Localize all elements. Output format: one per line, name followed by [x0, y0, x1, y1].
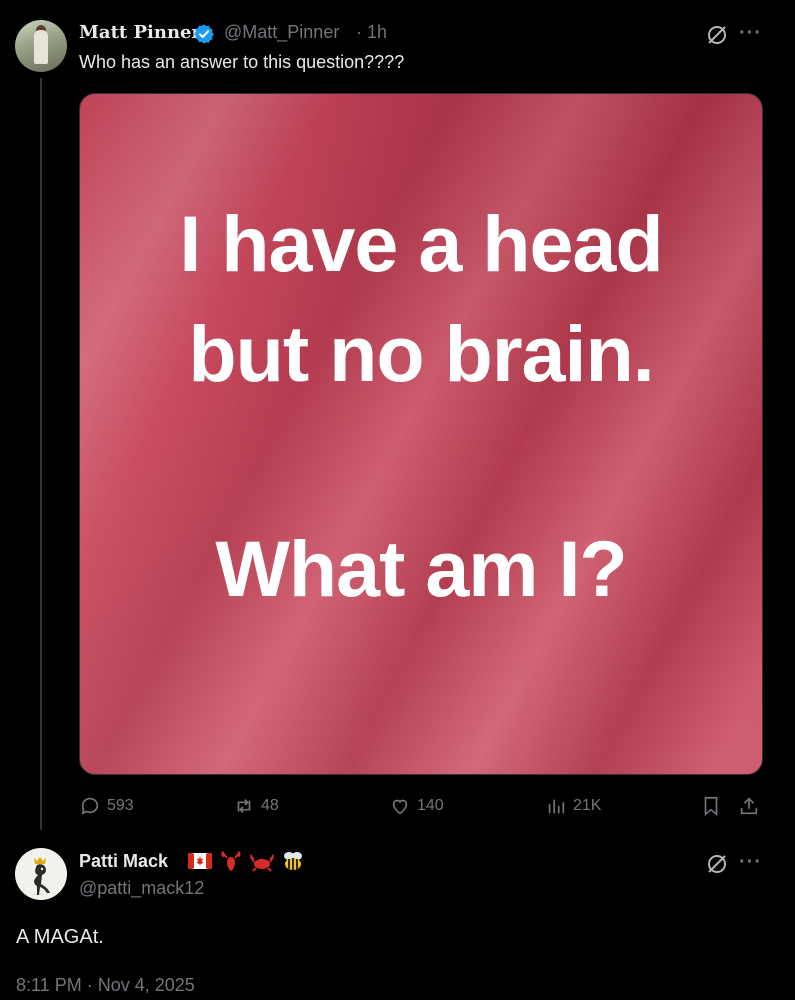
- image-text-line-3: What am I?: [215, 524, 627, 613]
- bookmark-icon: [704, 796, 718, 817]
- more-options-icon[interactable]: ···: [739, 22, 762, 45]
- grok-icon[interactable]: [704, 851, 730, 877]
- views-button[interactable]: 21K: [545, 792, 601, 820]
- avatar-figure: [34, 30, 48, 64]
- bookmark-button[interactable]: [700, 792, 728, 820]
- like-count: 140: [417, 797, 444, 814]
- share-button[interactable]: [738, 792, 766, 820]
- avatar[interactable]: [15, 848, 67, 900]
- reply-author-name[interactable]: Patti Mack: [79, 851, 168, 872]
- reply-text: A MAGAt.: [16, 926, 104, 948]
- grok-icon[interactable]: [704, 22, 730, 48]
- views-count: 21K: [573, 797, 602, 814]
- grok-glyph-icon: [708, 26, 726, 44]
- heart-icon: [392, 799, 408, 815]
- reply-count: 593: [107, 797, 134, 814]
- grok-glyph-icon: [708, 855, 726, 873]
- reply-author-handle[interactable]: @patti_mack12: [79, 878, 204, 899]
- more-options-icon[interactable]: ···: [739, 851, 762, 874]
- reply-button[interactable]: 593: [79, 792, 134, 820]
- repost-button[interactable]: 48: [233, 792, 279, 820]
- image-text-line-1: I have a head: [179, 199, 663, 288]
- canada-flag-icon: [188, 853, 212, 869]
- repost-count: 48: [261, 797, 279, 814]
- thread-connector-line: [40, 78, 42, 830]
- verified-badge-icon: [194, 24, 214, 44]
- bee-icon: [284, 852, 302, 870]
- share-icon: [740, 797, 758, 815]
- post-age[interactable]: · 1h: [356, 22, 387, 43]
- image-text-line-2: but no brain.: [188, 309, 654, 398]
- views-chart-icon: [548, 799, 565, 814]
- reply-icon: [81, 797, 99, 815]
- repost-icon: [237, 798, 251, 814]
- crab-icon: [250, 854, 274, 872]
- dinosaur-avatar-icon: [34, 857, 50, 895]
- author-handle[interactable]: @Matt_Pinner: [224, 22, 339, 43]
- like-button[interactable]: 140: [389, 792, 444, 820]
- author-name[interactable]: Matt Pinner: [79, 22, 201, 43]
- post-image[interactable]: I have a head but no brain. What am I?: [79, 93, 763, 775]
- reply-timestamp[interactable]: 8:11 PM · Nov 4, 2025: [16, 975, 195, 996]
- post-text: Who has an answer to this question????: [79, 52, 405, 72]
- lobster-icon: [221, 851, 241, 871]
- avatar[interactable]: [15, 20, 67, 72]
